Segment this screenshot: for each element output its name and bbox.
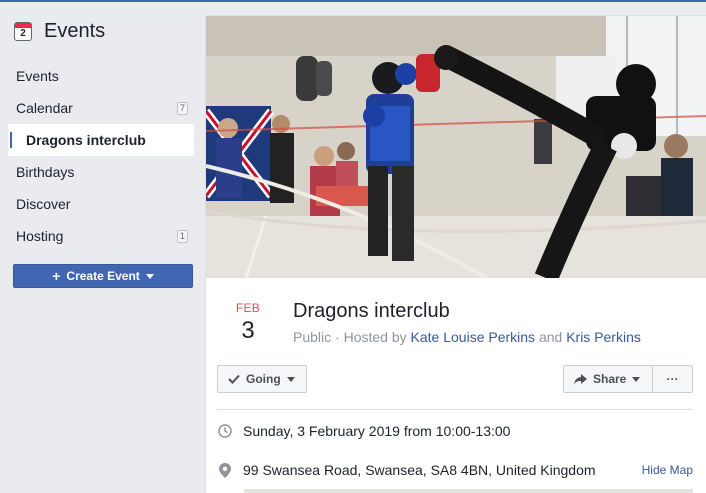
calendar-count-badge: 7 [176, 101, 188, 115]
sidebar-item-birthdays[interactable]: Birthdays [8, 156, 194, 188]
going-button[interactable]: Going [217, 365, 307, 393]
event-cover-photo[interactable] [206, 16, 706, 278]
event-date-day: 3 [241, 317, 255, 344]
share-label: Share [593, 372, 627, 386]
sidebar-item-events[interactable]: Events [8, 60, 194, 92]
section-divider [217, 409, 693, 410]
event-time-row: Sunday, 3 February 2019 from 10:00-13:00 [217, 423, 510, 439]
checkmark-icon [228, 374, 240, 384]
sidebar-item-label: Dragons interclub [26, 132, 146, 148]
sidebar-title: Events [44, 20, 106, 42]
going-label: Going [246, 372, 281, 386]
host-joiner: and [538, 329, 567, 345]
sidebar-item-label: Birthdays [16, 164, 75, 180]
sidebar-nav: Events Calendar 7 Dragons interclub Birt… [8, 60, 194, 252]
sidebar-item-dragons-interclub[interactable]: Dragons interclub [8, 124, 194, 156]
hosting-count-badge: 1 [176, 229, 188, 243]
event-location-row: 99 Swansea Road, Swansea, SA8 4BN, Unite… [217, 462, 693, 478]
sidebar-header: 2 Events [14, 20, 105, 43]
event-map[interactable] [244, 489, 693, 493]
share-arrow-icon [574, 373, 587, 385]
event-date-badge: FEB 3 [226, 301, 270, 345]
sidebar-item-label: Hosting [16, 228, 64, 244]
chevron-down-icon [286, 376, 295, 382]
meta-separator: · [335, 329, 344, 345]
hosted-by-prefix: Hosted by [343, 329, 411, 345]
chevron-down-icon [145, 274, 154, 279]
event-card: FEB 3 Dragons interclub Public · Hosted … [205, 15, 706, 493]
sidebar-item-discover[interactable]: Discover [8, 188, 194, 220]
more-dots-icon: ··· [666, 372, 679, 386]
chevron-down-icon [632, 376, 641, 382]
host-link-1[interactable]: Kate Louise Perkins [411, 329, 539, 345]
sidebar-item-label: Calendar [16, 100, 73, 116]
share-button[interactable]: Share [563, 365, 653, 393]
hide-map-link[interactable]: Hide Map [642, 463, 693, 477]
clock-icon [217, 423, 233, 439]
create-event-button[interactable]: + Create Event [13, 264, 193, 288]
more-options-button[interactable]: ··· [652, 365, 693, 393]
event-title: Dragons interclub [293, 300, 450, 322]
event-date-month: FEB [235, 301, 261, 315]
sidebar-item-label: Discover [16, 196, 71, 212]
events-sidebar: 2 Events Events Calendar 7 Dragons inter… [0, 2, 202, 493]
event-time-text: Sunday, 3 February 2019 from 10:00-13:00 [243, 423, 511, 439]
calendar-icon: 2 [14, 22, 32, 41]
event-privacy: Public [293, 329, 332, 345]
plus-icon: + [52, 268, 61, 284]
sidebar-item-calendar[interactable]: Calendar 7 [8, 92, 194, 124]
sidebar-item-hosting[interactable]: Hosting 1 [8, 220, 194, 252]
sidebar-item-label: Events [16, 68, 59, 84]
create-event-label: Create Event [66, 269, 140, 283]
event-meta: Public · Hosted by Kate Louise Perkins a… [293, 329, 641, 345]
event-location-text[interactable]: 99 Swansea Road, Swansea, SA8 4BN, Unite… [243, 462, 596, 478]
host-link-2[interactable]: Kris Perkins [566, 329, 641, 345]
map-pin-icon [217, 462, 233, 478]
